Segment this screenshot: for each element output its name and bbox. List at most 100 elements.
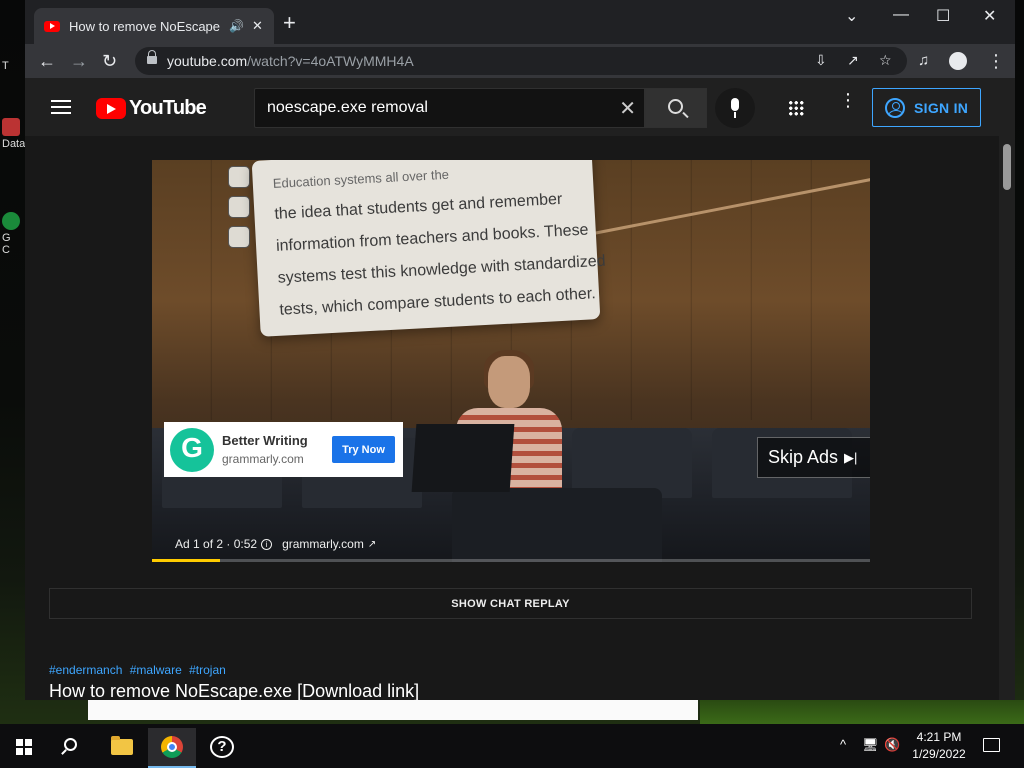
close-window-button[interactable]: ✕ xyxy=(983,6,996,26)
overlay-line: the idea that students get and remember xyxy=(274,190,563,223)
address-bar[interactable]: youtube.com/watch?v=4oATWyMMH4A ⇩ ↗ ☆ xyxy=(135,47,907,75)
bookmark-star-icon[interactable]: ☆ xyxy=(879,52,892,69)
windows-start-icon[interactable] xyxy=(16,739,32,755)
overlay-side-toolbar xyxy=(228,166,254,256)
settings-more-icon[interactable]: ⋮ xyxy=(839,91,857,109)
chrome-window: How to remove NoEscape.exe 🔊 ✕ + ⌄ — ☐ ✕… xyxy=(25,0,1015,700)
video-frame-person xyxy=(488,356,530,408)
sign-in-button[interactable]: SIGN IN xyxy=(872,88,981,127)
scrollbar-track[interactable] xyxy=(999,136,1015,700)
hashtag-link[interactable]: #trojan xyxy=(189,663,226,677)
install-app-icon[interactable]: ⇩ xyxy=(815,52,827,69)
network-icon[interactable]: 🖥 xyxy=(862,737,879,753)
video-player[interactable]: Education systems all over the the idea … xyxy=(152,160,870,562)
desktop-icon-data[interactable]: Data xyxy=(2,118,25,150)
address-url[interactable]: youtube.com/watch?v=4oATWyMMH4A xyxy=(167,53,414,69)
maximize-button[interactable]: ☐ xyxy=(936,6,950,26)
chrome-icon xyxy=(161,736,183,758)
help-chat-icon: ? xyxy=(210,736,234,758)
skip-ads-label: Skip Ads xyxy=(768,447,839,467)
video-frame-laptop xyxy=(411,424,515,492)
youtube-play-icon xyxy=(96,98,126,119)
overlay-line: Education systems all over the xyxy=(272,166,450,191)
new-tab-button[interactable]: + xyxy=(283,12,296,34)
windows-taskbar: ? ^ 🖥 🔇 4:21 PM 1/29/2022 xyxy=(0,724,1024,768)
ad-text-group: Better Writing grammarly.com xyxy=(222,433,326,466)
tab-strip: How to remove NoEscape.exe 🔊 ✕ + ⌄ — ☐ ✕ xyxy=(25,0,1015,44)
share-icon[interactable]: ↗ xyxy=(847,52,859,69)
inbox-icon xyxy=(228,166,250,188)
tab-youtube[interactable]: How to remove NoEscape.exe 🔊 ✕ xyxy=(34,8,274,44)
hashtag-link[interactable]: #malware xyxy=(130,663,182,677)
skip-ads-button[interactable]: Skip Ads ▶| xyxy=(757,437,870,478)
search-query: noescape.exe removal xyxy=(267,99,428,116)
try-now-button[interactable]: Try Now xyxy=(332,436,395,463)
youtube-logo[interactable]: YouTube xyxy=(96,97,207,120)
target-icon xyxy=(228,226,250,248)
forward-button[interactable]: → xyxy=(70,50,88,72)
voice-search-mic-icon[interactable] xyxy=(715,88,755,128)
taskbar-help-app[interactable]: ? xyxy=(198,728,246,768)
chrome-menu-icon[interactable]: ⋮ xyxy=(987,50,1005,72)
search-button[interactable] xyxy=(645,88,707,128)
media-control-icon[interactable]: ♫ xyxy=(918,50,929,72)
ad-overlay-card[interactable]: Better Writing grammarly.com Try Now xyxy=(164,422,403,477)
back-button[interactable]: ← xyxy=(38,50,56,72)
youtube-header: YouTube noescape.exe removal ✕ ⋮ SIGN IN xyxy=(25,78,1015,136)
taskbar-file-explorer[interactable] xyxy=(98,728,146,768)
url-path: /watch?v=4oATWyMMH4A xyxy=(247,53,414,69)
notification-center-icon[interactable] xyxy=(983,738,1000,752)
tab-search-icon[interactable]: ⌄ xyxy=(845,6,858,26)
volume-muted-icon[interactable]: 🔇 xyxy=(884,737,900,753)
taskbar-chrome[interactable] xyxy=(148,728,196,768)
desktop-icon-label: C xyxy=(2,244,10,256)
overlay-text-card: Education systems all over the the idea … xyxy=(251,160,606,337)
lock-icon[interactable] xyxy=(147,50,157,66)
profile-avatar-icon[interactable] xyxy=(949,52,967,70)
desktop-icon-label: G xyxy=(2,232,11,244)
apps-grid-icon[interactable] xyxy=(788,100,804,116)
scrollbar-thumb[interactable] xyxy=(1003,144,1011,190)
app-icon xyxy=(2,212,20,230)
ad-progress-fill xyxy=(152,559,221,562)
show-chat-replay-button[interactable]: SHOW CHAT REPLAY xyxy=(49,588,972,619)
clock-date: 1/29/2022 xyxy=(912,747,966,761)
ad-progress-bar[interactable] xyxy=(152,559,870,562)
overlay-line: systems test this knowledge with standar… xyxy=(277,252,606,287)
tab-close-icon[interactable]: ✕ xyxy=(252,18,263,34)
ad-domain: grammarly.com xyxy=(222,452,304,466)
minimize-button[interactable]: — xyxy=(893,6,909,24)
seat-shape xyxy=(452,488,662,562)
desktop-icon-g[interactable]: G C xyxy=(2,212,24,256)
taskbar-search-icon[interactable] xyxy=(64,738,77,751)
youtube-logo-text: YouTube xyxy=(129,97,207,119)
ad-counter-text: Ad 1 of 2 · 0:52 xyxy=(175,537,258,551)
advertiser-link[interactable]: grammarly.com xyxy=(282,537,364,551)
download-icon xyxy=(228,196,250,218)
browser-toolbar: ← → ↻ youtube.com/watch?v=4oATWyMMH4A ⇩ … xyxy=(25,44,1015,78)
video-title: How to remove NoEscape.exe [Download lin… xyxy=(49,681,420,700)
wallpaper-grass xyxy=(700,700,1024,724)
background-window-strip xyxy=(88,700,698,720)
file-icon xyxy=(2,118,20,136)
overlay-line: information from teachers and books. The… xyxy=(275,221,589,255)
hashtags: #endermanch #malware #trojan xyxy=(49,663,230,677)
url-host: youtube.com xyxy=(167,53,248,69)
hashtag-link[interactable]: #endermanch xyxy=(49,663,122,677)
ad-title: Better Writing xyxy=(222,433,308,448)
tab-title: How to remove NoEscape.exe xyxy=(69,18,221,34)
clock-time: 4:21 PM xyxy=(916,730,962,744)
clear-search-icon[interactable]: ✕ xyxy=(619,96,636,121)
skip-next-icon: ▶| xyxy=(844,449,858,465)
search-input[interactable]: noescape.exe removal ✕ xyxy=(254,88,645,128)
hamburger-menu-icon[interactable] xyxy=(51,100,71,114)
taskbar-clock[interactable]: 4:21 PM 1/29/2022 xyxy=(906,730,972,761)
speaker-icon[interactable]: 🔊 xyxy=(229,19,244,33)
info-icon[interactable]: i xyxy=(261,538,273,550)
tray-chevron-icon[interactable]: ^ xyxy=(840,737,846,752)
ad-info-bar: Ad 1 of 2 · 0:52 i grammarly.com ↗ xyxy=(175,537,376,551)
overlay-line: tests, which compare students to each ot… xyxy=(279,285,597,319)
reload-button[interactable]: ↻ xyxy=(102,50,117,72)
desktop-icon[interactable]: T xyxy=(2,60,24,72)
external-link-icon[interactable]: ↗ xyxy=(368,539,376,550)
